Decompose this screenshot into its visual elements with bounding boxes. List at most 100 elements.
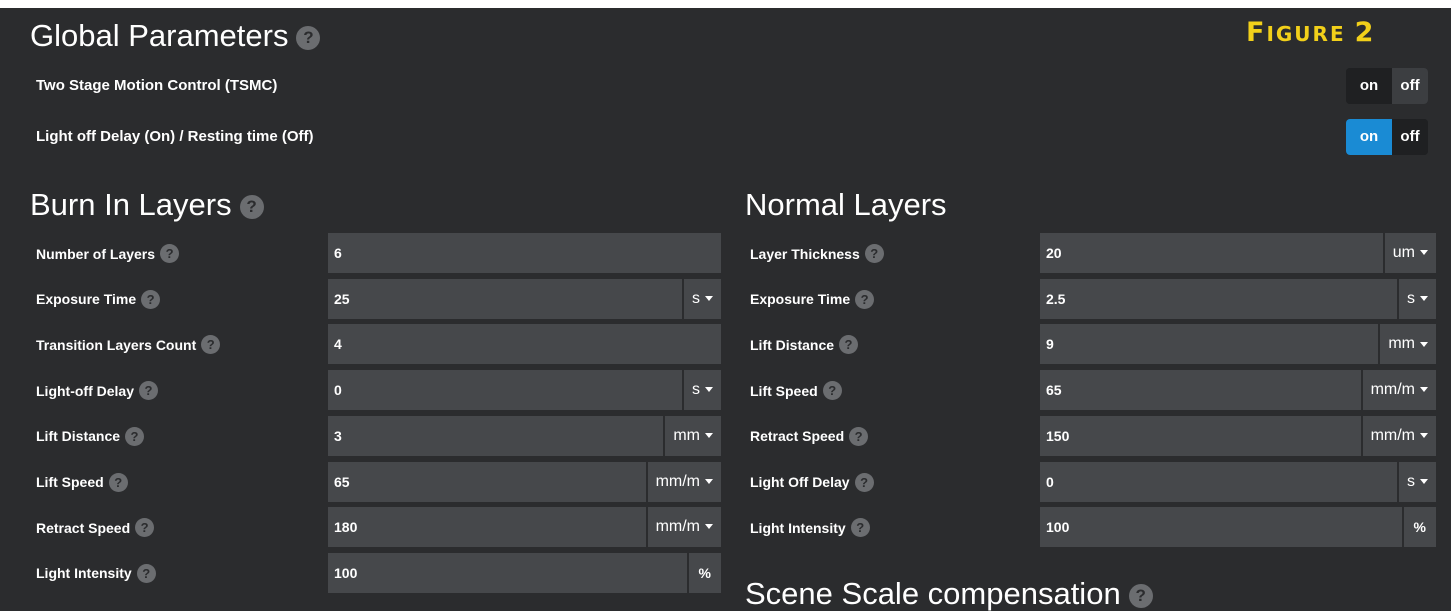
layer-thickness-field: 20 um <box>1040 233 1436 273</box>
lift-speed-input[interactable]: 65 <box>1040 370 1361 411</box>
retract-speed-unit-text: mm/m <box>655 518 700 536</box>
exposure-time-unit-dropdown[interactable]: s <box>1397 278 1436 319</box>
light-off-delay-label-text: Light Off Delay <box>750 474 850 490</box>
help-icon[interactable]: ? <box>1128 583 1153 608</box>
help-icon[interactable]: ? <box>822 381 842 401</box>
light-off-delay-unit-text: s <box>692 381 700 399</box>
transition-layers-count-input[interactable]: 4 <box>328 324 721 365</box>
light-intensity-label-text: Light Intensity <box>750 519 846 536</box>
lift-speed-field: 65 mm/m <box>328 461 721 502</box>
light-intensity-field: 100% <box>1040 507 1436 548</box>
help-icon[interactable]: ? <box>849 426 869 446</box>
number-of-layers-label: Number of Layers? <box>36 244 180 263</box>
transition-layers-count-label-text: Transition Layers Count <box>36 336 197 353</box>
chevron-down-icon <box>1420 387 1428 393</box>
light-intensity-input[interactable]: 100 <box>1040 507 1402 548</box>
light-off-delay-field: 0s <box>328 370 721 411</box>
retract-speed-unit-dropdown[interactable]: mm/m <box>1360 415 1436 456</box>
retract-speed-label-text: Retract Speed <box>750 428 845 445</box>
tsmc-on-button[interactable]: on <box>1346 68 1392 104</box>
help-icon[interactable]: ? <box>201 335 221 355</box>
light-intensity-unit: % <box>1401 507 1436 548</box>
lift-distance-input[interactable]: 3 <box>328 415 664 456</box>
figure-label-number: 2 <box>1354 17 1376 48</box>
retract-speed-field: 150 mm/m <box>1040 415 1436 456</box>
light-off-delay-field: 0s <box>1040 461 1436 502</box>
help-icon[interactable]: ? <box>855 289 875 309</box>
light-off-delay-unit-dropdown[interactable]: s <box>682 370 721 411</box>
light-off-delay-unit-text: s <box>1407 472 1415 490</box>
retract-speed-label: Retract Speed? <box>36 518 155 538</box>
lift-speed-input[interactable]: 65 <box>328 461 646 502</box>
layer-thickness-input[interactable]: 20 <box>1040 233 1383 273</box>
chevron-down-icon <box>1420 250 1428 256</box>
help-icon[interactable]: ? <box>854 472 874 492</box>
chevron-down-icon <box>705 387 713 393</box>
help-icon[interactable]: ? <box>864 244 884 263</box>
help-icon[interactable]: ? <box>239 194 264 219</box>
help-icon[interactable]: ? <box>296 25 321 50</box>
lift-speed-label-text: Lift Speed <box>750 382 818 399</box>
lift-distance-unit-dropdown[interactable]: mm <box>1378 324 1436 365</box>
lift-speed-unit-text: mm/m <box>655 472 700 490</box>
transition-layers-count-field: 4 <box>328 324 721 365</box>
help-icon[interactable]: ? <box>839 335 859 355</box>
number-of-layers-input[interactable]: 6 <box>328 233 721 273</box>
retract-speed-input[interactable]: 150 <box>1040 415 1361 456</box>
help-icon[interactable]: ? <box>136 563 156 583</box>
lift-distance-unit-dropdown[interactable]: mm <box>663 415 721 456</box>
light-off-delay-label: Light-off Delay? <box>36 381 158 401</box>
help-icon[interactable]: ? <box>141 289 161 309</box>
light-intensity-input[interactable]: 100 <box>328 552 687 593</box>
lift-speed-unit-dropdown[interactable]: mm/m <box>1360 370 1436 411</box>
retract-speed-label-text: Retract Speed <box>36 519 131 536</box>
number-of-layers-field: 6 <box>328 233 721 273</box>
help-icon[interactable]: ? <box>125 426 145 446</box>
figure-label-rest: IGURE <box>1266 22 1346 46</box>
help-icon[interactable]: ? <box>850 518 870 538</box>
exposure-time-unit-dropdown[interactable]: s <box>682 278 721 319</box>
layer-thickness-label: Layer Thickness? <box>750 244 884 263</box>
chevron-down-icon <box>1420 433 1428 439</box>
global-parameters-heading: Global Parameters? <box>30 20 321 51</box>
light-off-delay-unit-dropdown[interactable]: s <box>1397 461 1436 502</box>
help-icon[interactable]: ? <box>108 472 128 492</box>
help-icon[interactable]: ? <box>160 244 180 263</box>
light-off-delay-toggle[interactable]: on off <box>1346 119 1428 155</box>
help-icon[interactable]: ? <box>139 381 158 401</box>
light-off-delay-on-button[interactable]: on <box>1346 119 1392 155</box>
lift-distance-unit-text: mm <box>673 426 700 444</box>
tsmc-label: Two Stage Motion Control (TSMC) <box>36 77 278 94</box>
chevron-down-icon <box>705 433 713 439</box>
number-of-layers-label-text: Number of Layers <box>36 245 156 262</box>
lift-speed-unit-dropdown[interactable]: mm/m <box>645 461 721 502</box>
lift-speed-field: 65 mm/m <box>1040 370 1436 411</box>
light-off-delay-input[interactable]: 0 <box>328 370 682 411</box>
layer-thickness-unit-dropdown[interactable]: um <box>1382 233 1436 273</box>
retract-speed-label: Retract Speed? <box>750 426 869 446</box>
lift-distance-input[interactable]: 9 <box>1040 324 1379 365</box>
lift-speed-label-text: Lift Speed <box>36 474 104 490</box>
light-off-delay-input[interactable]: 0 <box>1040 461 1397 502</box>
retract-speed-unit-dropdown[interactable]: mm/m <box>645 507 721 548</box>
help-icon[interactable]: ? <box>135 518 155 538</box>
figure-label-prefix: F <box>1246 17 1267 48</box>
exposure-time-input[interactable]: 25 <box>328 278 682 319</box>
chevron-down-icon <box>705 524 713 530</box>
lift-distance-label: Lift Distance? <box>750 335 859 355</box>
tsmc-off-button[interactable]: off <box>1392 68 1428 104</box>
light-intensity-field: 100% <box>328 552 721 593</box>
lift-distance-label: Lift Distance? <box>36 426 145 446</box>
burn-in-layers-heading: Burn In Layers? <box>30 189 264 220</box>
light-intensity-label: Light Intensity? <box>750 518 870 538</box>
lift-distance-label-text: Lift Distance <box>36 428 121 445</box>
lift-distance-field: 3 mm <box>328 415 721 456</box>
exposure-time-input[interactable]: 2.5 <box>1040 278 1397 319</box>
retract-speed-input[interactable]: 180 <box>328 507 646 548</box>
light-off-delay-off-button[interactable]: off <box>1392 119 1428 155</box>
light-intensity-unit: % <box>686 552 721 593</box>
tsmc-toggle[interactable]: on off <box>1346 68 1428 104</box>
chevron-down-icon <box>1420 295 1428 301</box>
chevron-down-icon <box>705 295 713 301</box>
exposure-time-unit-text: s <box>1407 289 1415 307</box>
